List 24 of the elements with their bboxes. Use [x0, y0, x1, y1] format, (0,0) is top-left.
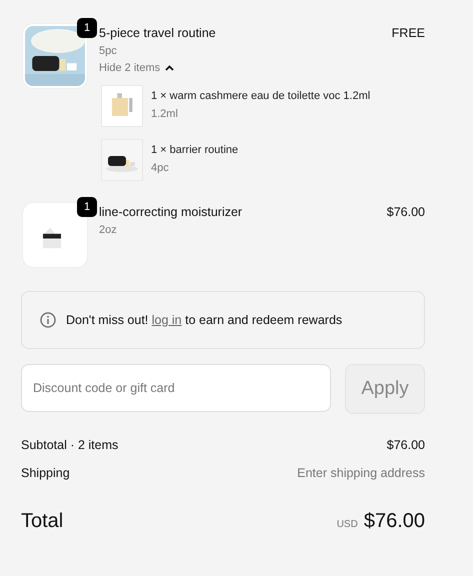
component-name: 1 × warm cashmere eau de toilette voc 1.2ml	[151, 90, 370, 102]
shipping-value: Enter shipping address	[297, 466, 425, 480]
component-variant: 1.2ml	[151, 108, 179, 120]
total-amount: $76.00	[364, 510, 425, 533]
subtotal-amount: $76.00	[386, 438, 425, 452]
shipping-label: Shipping	[21, 466, 70, 480]
info-icon	[40, 312, 56, 328]
product-name: line-correcting moisturizer	[99, 205, 242, 219]
product-name: 5-piece travel routine	[99, 26, 216, 40]
toggle-items-button[interactable]: Hide 2 items	[99, 62, 174, 74]
subtotal-label: Subtotal · 2 items	[21, 438, 118, 452]
product-variant: 2oz	[99, 224, 118, 236]
login-link[interactable]: log in	[152, 313, 182, 327]
product-price: FREE	[392, 26, 425, 40]
rewards-message: Don't miss out! log in to earn and redeem rewards	[66, 313, 342, 327]
quantity-badge: 1	[77, 18, 97, 38]
component-variant: 4pc	[151, 162, 170, 174]
quantity-badge: 1	[77, 197, 97, 217]
chevron-icon	[165, 65, 174, 71]
currency-code: USD	[336, 519, 358, 530]
product-price: $76.00	[386, 205, 425, 219]
total-label: Total	[21, 510, 64, 533]
product-variant: 5pc	[99, 45, 118, 57]
component-name: 1 × barrier routine	[151, 144, 238, 156]
